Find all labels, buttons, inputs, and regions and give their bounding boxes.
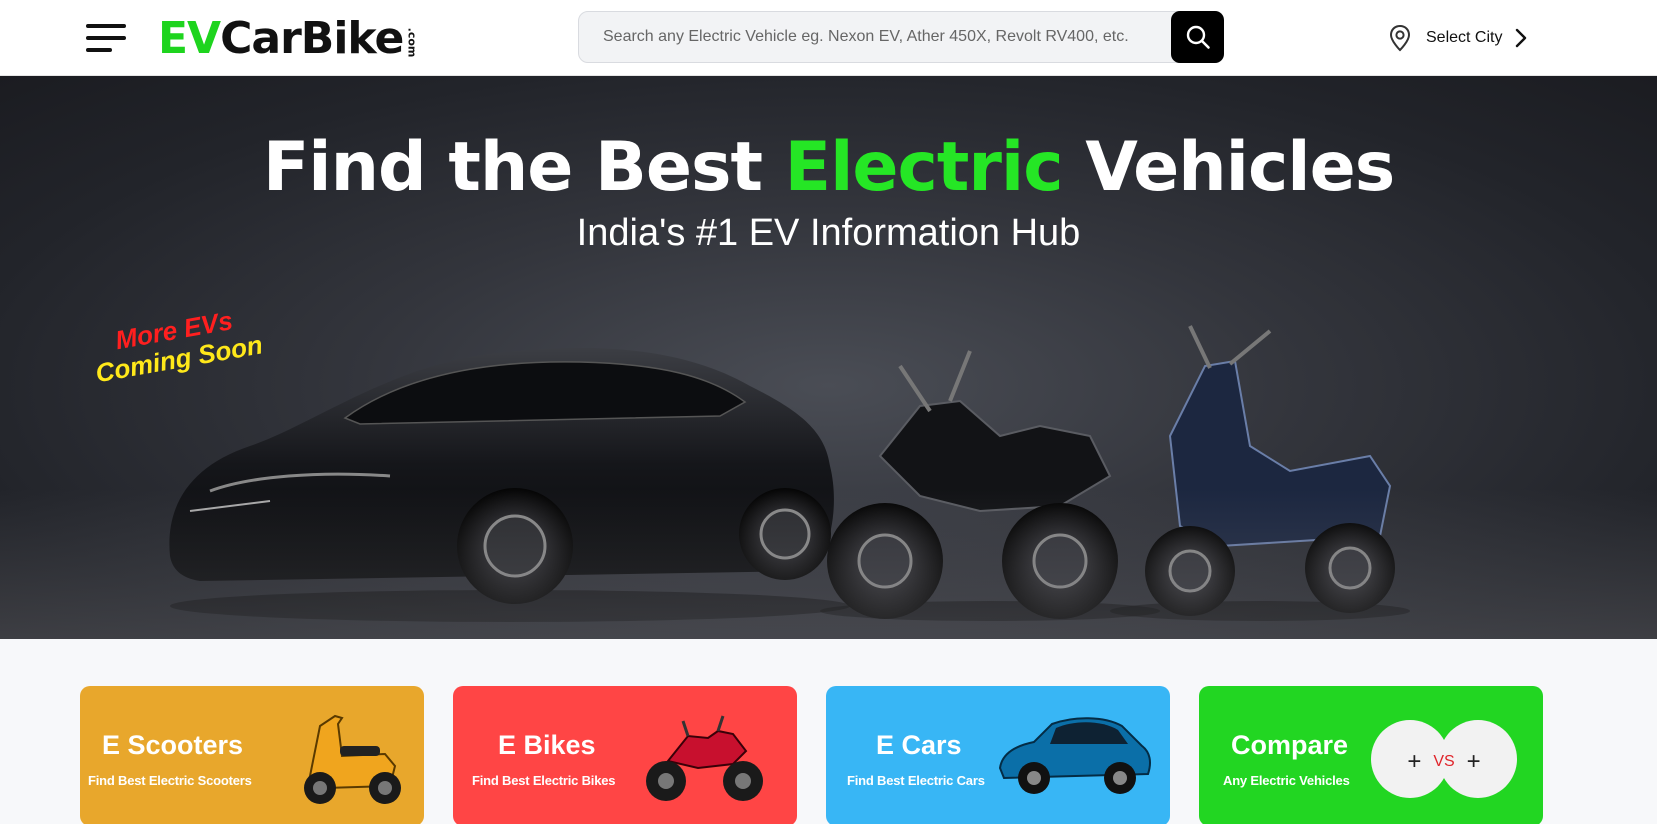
card-subtitle: Find Best Electric Cars [847, 773, 985, 788]
card-title: E Bikes [498, 730, 596, 760]
search-button[interactable] [1171, 11, 1224, 63]
card-subtitle: Find Best Electric Scooters [88, 773, 252, 788]
compare-vs-badge: + VS + [1371, 720, 1517, 798]
site-header: EV CarBike .com Select City [0, 0, 1657, 76]
vs-label: VS [1433, 753, 1455, 770]
hero-banner: Find the Best Electric Vehicles India's … [0, 76, 1657, 639]
car-image [998, 717, 1151, 794]
site-logo[interactable]: EV CarBike .com [158, 14, 427, 64]
hero-title-part1: Find the Best [262, 128, 785, 207]
hero-title-accent: Electric [784, 128, 1064, 207]
hero-vehicles-image [169, 325, 1410, 622]
select-city-label: Select City [1426, 29, 1503, 46]
plus-icon: + [1466, 748, 1481, 775]
category-card-e-scooters[interactable]: E Scooters Find Best Electric Scooters [80, 686, 424, 824]
search-bar [578, 11, 1224, 63]
search-input[interactable] [579, 12, 1169, 62]
category-card-compare[interactable]: Compare Any Electric Vehicles + VS + [1199, 686, 1543, 824]
plus-icon: + [1407, 748, 1422, 775]
logo-carbike: CarBike [220, 13, 404, 64]
scooter-image [304, 714, 401, 804]
category-card-e-cars[interactable]: E Cars Find Best Electric Cars [826, 686, 1170, 824]
category-card-e-bikes[interactable]: E Bikes Find Best Electric Bikes [453, 686, 797, 824]
card-title: E Cars [876, 730, 962, 760]
select-city-button[interactable]: Select City [1388, 22, 1528, 54]
search-icon [1186, 25, 1210, 49]
hero-title: Find the Best Electric Vehicles [0, 134, 1657, 202]
location-pin-icon [1389, 24, 1411, 52]
card-subtitle: Any Electric Vehicles [1223, 773, 1350, 788]
bike-image [646, 715, 763, 801]
hamburger-menu-icon[interactable] [84, 22, 128, 54]
card-subtitle: Find Best Electric Bikes [472, 773, 616, 788]
chevron-right-icon [1516, 28, 1527, 48]
logo-ev: EV [158, 13, 221, 64]
card-title: E Scooters [102, 730, 244, 760]
card-title: Compare [1231, 730, 1349, 760]
hero-subtitle: India's #1 EV Information Hub [576, 212, 1081, 254]
logo-com: .com [405, 27, 419, 57]
hero-title-part2: Vehicles [1062, 128, 1395, 207]
